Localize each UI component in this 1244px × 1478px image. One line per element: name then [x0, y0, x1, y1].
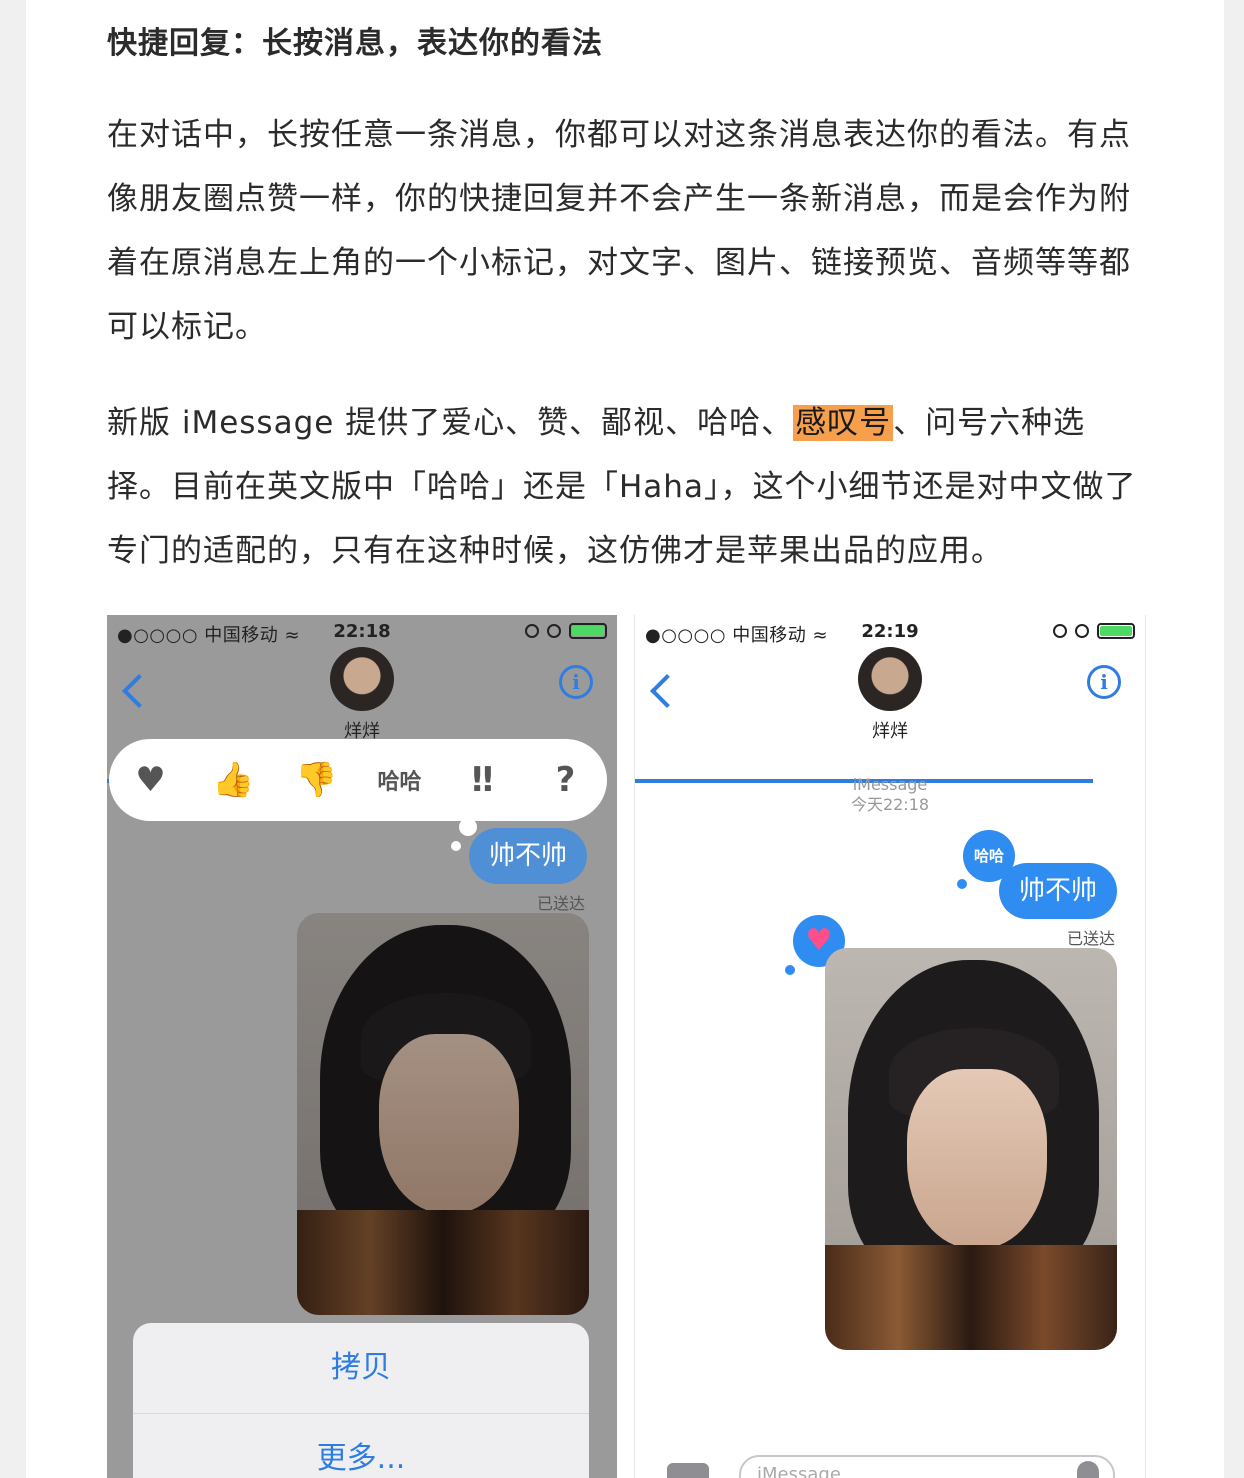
- delivered-status: 已送达: [537, 894, 586, 913]
- haha-tapback-tail: [957, 879, 967, 889]
- back-chevron-icon[interactable]: [122, 674, 156, 708]
- action-sheet: 拷贝 更多...: [133, 1323, 589, 1478]
- camera-icon[interactable]: [667, 1463, 709, 1478]
- tapback-tail-small: [451, 841, 461, 851]
- question-icon[interactable]: ?: [536, 760, 596, 800]
- thumbs-down-icon[interactable]: 👎: [287, 760, 347, 800]
- haha-icon[interactable]: 哈哈: [370, 764, 430, 796]
- contact-avatar[interactable]: [858, 647, 922, 711]
- contact-avatar[interactable]: [330, 647, 394, 711]
- paragraph-2: 新版 iMessage 提供了爱心、赞、鄙视、哈哈、感叹号、问号六种选择。目前在…: [107, 391, 1147, 583]
- more-action[interactable]: 更多...: [133, 1414, 589, 1478]
- battery-icon: [1097, 623, 1135, 639]
- photo-message[interactable]: [825, 948, 1117, 1350]
- paragraph-1: 在对话中，长按任意一条消息，你都可以对这条消息表达你的看法。有点像朋友圈点赞一样…: [107, 117, 1131, 345]
- message-bubble[interactable]: 帅不帅: [999, 863, 1118, 919]
- section-heading: 快捷回复：长按消息，表达你的看法: [107, 26, 603, 61]
- lock-rotation-icon: [1053, 624, 1067, 638]
- thumbs-up-icon[interactable]: 👍: [204, 760, 264, 800]
- delivered-status: 已送达: [1067, 929, 1116, 948]
- compose-bar: iMessage: [635, 1449, 1145, 1478]
- lock-rotation-icon: [525, 624, 539, 638]
- tapback-tail: [459, 818, 477, 836]
- alarm-icon: [547, 624, 561, 638]
- status-bar: ●○○○○ 中国移动 ≈ 22:18: [107, 615, 617, 647]
- message-input[interactable]: iMessage: [739, 1455, 1115, 1478]
- conversation-header: 烊烊 i: [107, 647, 617, 783]
- tapback-menu: ♥ 👍 👎 哈哈 ‼ ?: [109, 739, 607, 821]
- microphone-icon[interactable]: [1077, 1461, 1099, 1478]
- paragraph-2-start: 新版 iMessage 提供了爱心、赞、鄙视、哈哈、: [107, 405, 794, 441]
- status-icons: [525, 623, 607, 639]
- info-icon[interactable]: i: [1087, 665, 1121, 699]
- status-bar: ●○○○○ 中国移动 ≈ 22:19: [635, 615, 1145, 647]
- contact-name: 烊烊: [872, 721, 908, 742]
- photo-message[interactable]: [297, 913, 589, 1315]
- message-timestamp: iMessage 今天22:18: [635, 775, 1145, 815]
- message-bubble[interactable]: 帅不帅: [469, 828, 588, 884]
- alarm-icon: [1075, 624, 1089, 638]
- conversation-header: 烊烊 i: [635, 647, 1145, 783]
- service-label: iMessage: [852, 775, 928, 794]
- status-icons: [1053, 623, 1135, 639]
- left-phone-screenshot: ●○○○○ 中国移动 ≈ 22:18 烊烊 i ♥ 👍 👎 哈哈 ‼ ? 帅不帅…: [107, 615, 617, 1478]
- timestamp-label: 今天22:18: [850, 795, 930, 814]
- battery-icon: [569, 623, 607, 639]
- highlighted-text: 感叹号: [793, 405, 894, 441]
- heart-tapback-tail: [785, 965, 795, 975]
- copy-action[interactable]: 拷贝: [133, 1323, 589, 1414]
- back-chevron-icon[interactable]: [650, 674, 684, 708]
- info-icon[interactable]: i: [559, 665, 593, 699]
- heart-icon[interactable]: ♥: [121, 760, 181, 800]
- exclamation-icon[interactable]: ‼: [453, 760, 513, 800]
- right-phone-screenshot: ●○○○○ 中国移动 ≈ 22:19 烊烊 i iMessage 今天22:18…: [634, 615, 1146, 1478]
